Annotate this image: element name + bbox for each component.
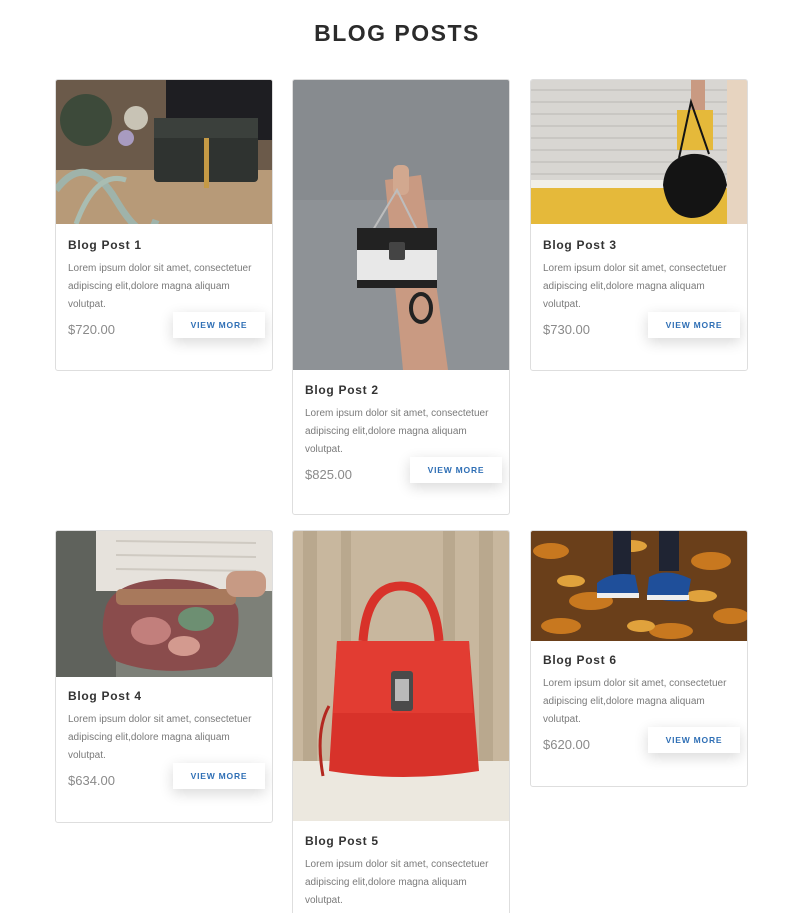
post-excerpt: Lorem ipsum dolor sit amet, consectetuer… (543, 678, 727, 725)
red-handbag-photo[interactable] (293, 531, 509, 821)
post-excerpt: Lorem ipsum dolor sit amet, consectetuer… (68, 714, 252, 761)
post-title: Blog Post 6 (543, 653, 617, 667)
black-clutch-photo[interactable] (56, 80, 272, 224)
post-price: $825.00 (305, 467, 352, 482)
blog-card-6[interactable]: Blog Post 6 Lorem ipsum dolor sit amet, … (530, 530, 748, 787)
post-excerpt: Lorem ipsum dolor sit amet, consectetuer… (68, 263, 252, 310)
post-title: Blog Post 1 (68, 238, 142, 252)
blog-card-5[interactable]: Blog Post 5 Lorem ipsum dolor sit amet, … (292, 530, 510, 913)
woman-shoulder-bag-photo[interactable] (531, 80, 747, 224)
blog-card-2[interactable]: Blog Post 2 Lorem ipsum dolor sit amet, … (292, 79, 510, 515)
blog-card-3[interactable]: Blog Post 3 Lorem ipsum dolor sit amet, … (530, 79, 748, 371)
view-more-button[interactable]: VIEW MORE (410, 457, 502, 483)
hand-holding-bag-photo[interactable] (293, 80, 509, 370)
post-price: $620.00 (543, 737, 590, 752)
post-price: $634.00 (68, 773, 115, 788)
post-title: Blog Post 4 (68, 689, 142, 703)
post-price: $730.00 (543, 322, 590, 337)
blog-card-1[interactable]: Blog Post 1 Lorem ipsum dolor sit amet, … (55, 79, 273, 371)
post-excerpt: Lorem ipsum dolor sit amet, consectetuer… (305, 408, 489, 455)
post-excerpt: Lorem ipsum dolor sit amet, consectetuer… (305, 859, 489, 906)
post-title: Blog Post 2 (305, 383, 379, 397)
blog-card-4[interactable]: Blog Post 4 Lorem ipsum dolor sit amet, … (55, 530, 273, 823)
sneakers-autumn-leaves-photo[interactable] (531, 531, 747, 641)
view-more-button[interactable]: VIEW MORE (173, 312, 265, 338)
view-more-button[interactable]: VIEW MORE (648, 727, 740, 753)
post-price: $720.00 (68, 322, 115, 337)
post-title: Blog Post 5 (305, 834, 379, 848)
view-more-button[interactable]: VIEW MORE (648, 312, 740, 338)
patterned-handbag-photo[interactable] (56, 531, 272, 677)
post-title: Blog Post 3 (543, 238, 617, 252)
post-excerpt: Lorem ipsum dolor sit amet, consectetuer… (543, 263, 727, 310)
view-more-button[interactable]: VIEW MORE (173, 763, 265, 789)
page-title: BLOG POSTS (314, 20, 480, 46)
